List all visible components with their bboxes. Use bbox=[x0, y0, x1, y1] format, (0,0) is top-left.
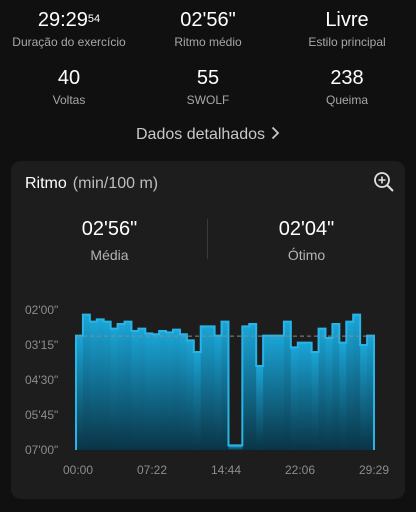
pace-bar bbox=[124, 321, 132, 450]
chevron-right-icon bbox=[271, 126, 280, 144]
main-style-stat: Livre Estilo principal bbox=[278, 8, 416, 50]
pace-bar bbox=[82, 314, 91, 450]
pace-bar bbox=[138, 328, 146, 450]
duration-seconds: 54 bbox=[87, 13, 101, 25]
main-style-label: Estilo principal bbox=[308, 35, 386, 49]
pace-bar bbox=[173, 329, 181, 450]
pace-bar bbox=[242, 326, 250, 450]
swolf-value: 55 bbox=[196, 67, 220, 89]
y-tick-label: 03'15" bbox=[25, 338, 58, 352]
pace-bar bbox=[263, 335, 271, 450]
calories-label: Queima bbox=[325, 93, 369, 107]
laps-value: 40 bbox=[57, 67, 81, 89]
pace-bar bbox=[159, 331, 167, 450]
pace-bar bbox=[145, 333, 153, 450]
pace-bar bbox=[270, 335, 278, 450]
main-style-value: Livre bbox=[325, 9, 369, 31]
pace-bar bbox=[179, 334, 188, 450]
pace-bar bbox=[214, 335, 222, 450]
swolf-stat: 55 SWOLF bbox=[139, 66, 277, 108]
avg-pace-stat: 02'56" Ritmo médio bbox=[139, 8, 277, 50]
pace-bar bbox=[346, 321, 354, 450]
x-tick-label: 14:44 bbox=[211, 463, 241, 477]
x-tick-label: 22:06 bbox=[285, 463, 315, 477]
detailed-data-label: Dados detalhados bbox=[136, 126, 265, 143]
calories-value: 238 bbox=[330, 67, 364, 89]
pace-bar bbox=[297, 342, 306, 450]
pace-chart[interactable]: 02'00" 03'15" 04'30" 05'45" 07'00" 00:00 07:2… bbox=[11, 161, 405, 499]
pace-bar bbox=[304, 342, 313, 450]
x-tick-label: 00:00 bbox=[63, 463, 93, 477]
pace-bar bbox=[325, 338, 333, 450]
pace-bar bbox=[152, 334, 160, 450]
y-tick-label: 05'45" bbox=[25, 408, 58, 422]
pace-bar bbox=[207, 326, 216, 450]
pace-bar bbox=[110, 328, 118, 450]
pace-bar bbox=[96, 319, 105, 450]
pace-bar bbox=[131, 331, 139, 450]
y-tick-label: 02'00" bbox=[25, 303, 58, 317]
y-tick-label: 04'30" bbox=[25, 373, 58, 387]
pace-card: Ritmo (min/100 m) 02'56" Média 02'04" Óti… bbox=[11, 161, 405, 499]
calories-stat: 238 Queima bbox=[278, 66, 416, 108]
laps-label: Voltas bbox=[52, 93, 86, 107]
duration-stat: 29:2954 Duração do exercício bbox=[0, 8, 138, 50]
pace-bar bbox=[117, 324, 125, 450]
y-tick-label: 07'00" bbox=[25, 443, 58, 457]
pace-bar bbox=[290, 347, 299, 450]
x-tick-label: 29:29 bbox=[359, 463, 389, 477]
pace-bar bbox=[360, 345, 368, 450]
pace-bar bbox=[76, 335, 84, 450]
pace-bar bbox=[339, 342, 347, 450]
pace-bar bbox=[89, 321, 98, 450]
pace-bar bbox=[256, 366, 264, 450]
laps-stat: 40 Voltas bbox=[0, 66, 138, 108]
duration-value: 29:2954 bbox=[37, 9, 101, 31]
pace-bar bbox=[186, 340, 195, 450]
avg-pace-value: 02'56" bbox=[180, 9, 236, 31]
pace-bar bbox=[318, 328, 326, 450]
pace-bar bbox=[166, 332, 174, 450]
pace-bar bbox=[103, 321, 112, 450]
pace-bar bbox=[311, 352, 319, 450]
pace-bar bbox=[276, 335, 285, 450]
duration-label: Duração do exercício bbox=[12, 35, 126, 49]
detailed-data-link[interactable]: Dados detalhados bbox=[0, 126, 416, 144]
avg-pace-label: Ritmo médio bbox=[174, 35, 242, 49]
x-tick-label: 07:22 bbox=[137, 463, 167, 477]
pace-bar bbox=[200, 326, 209, 450]
pace-bar bbox=[193, 352, 202, 450]
swolf-label: SWOLF bbox=[186, 93, 230, 107]
